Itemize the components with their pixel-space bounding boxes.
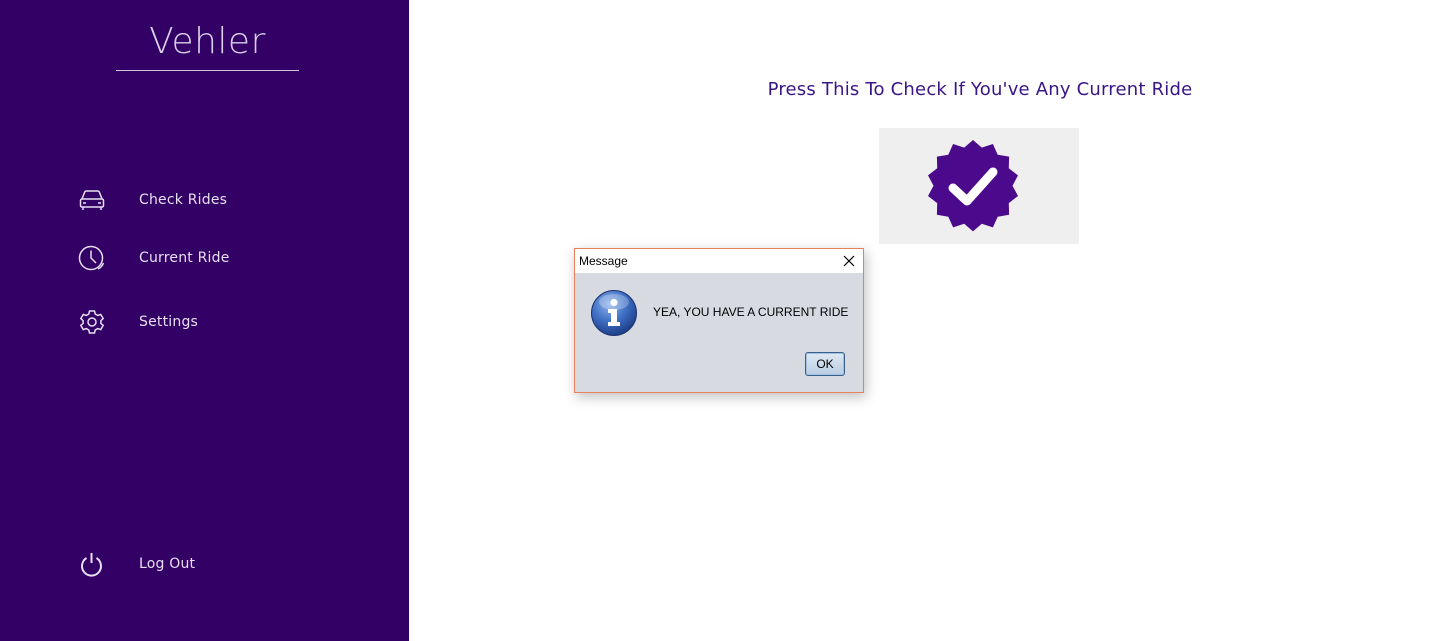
power-icon xyxy=(76,548,108,580)
close-icon[interactable] xyxy=(841,253,857,269)
message-dialog: Message YEA, YOU HAVE A CURRENT RIDE OK xyxy=(574,248,864,393)
brand-divider xyxy=(116,70,299,71)
sidebar: Vehler Check Rides Current Ride Settings… xyxy=(0,0,409,641)
sidebar-item-label: Settings xyxy=(139,314,199,330)
sidebar-item-label: Current Ride xyxy=(139,250,230,266)
dialog-titlebar[interactable]: Message xyxy=(575,249,863,273)
logout-label: Log Out xyxy=(139,556,196,572)
check-current-ride-button[interactable] xyxy=(879,128,1079,244)
sidebar-item-check-rides[interactable]: Check Rides xyxy=(76,184,376,216)
verified-badge-icon xyxy=(928,140,1018,232)
logout-button[interactable]: Log Out xyxy=(76,548,376,580)
car-icon xyxy=(76,184,108,216)
sidebar-item-settings[interactable]: Settings xyxy=(76,306,376,338)
app-window: Vehler Check Rides Current Ride Settings… xyxy=(0,0,1439,641)
gear-icon xyxy=(76,306,108,338)
dialog-title: Message xyxy=(579,254,628,268)
page-headline: Press This To Check If You've Any Curren… xyxy=(767,79,1193,100)
info-icon xyxy=(590,289,638,337)
brand-title: Vehler xyxy=(149,21,266,62)
sidebar-item-current-ride[interactable]: Current Ride xyxy=(76,242,376,274)
clock-icon xyxy=(76,242,108,274)
dialog-message: YEA, YOU HAVE A CURRENT RIDE xyxy=(653,305,849,319)
sidebar-item-label: Check Rides xyxy=(139,192,228,208)
ok-button[interactable]: OK xyxy=(805,352,845,376)
